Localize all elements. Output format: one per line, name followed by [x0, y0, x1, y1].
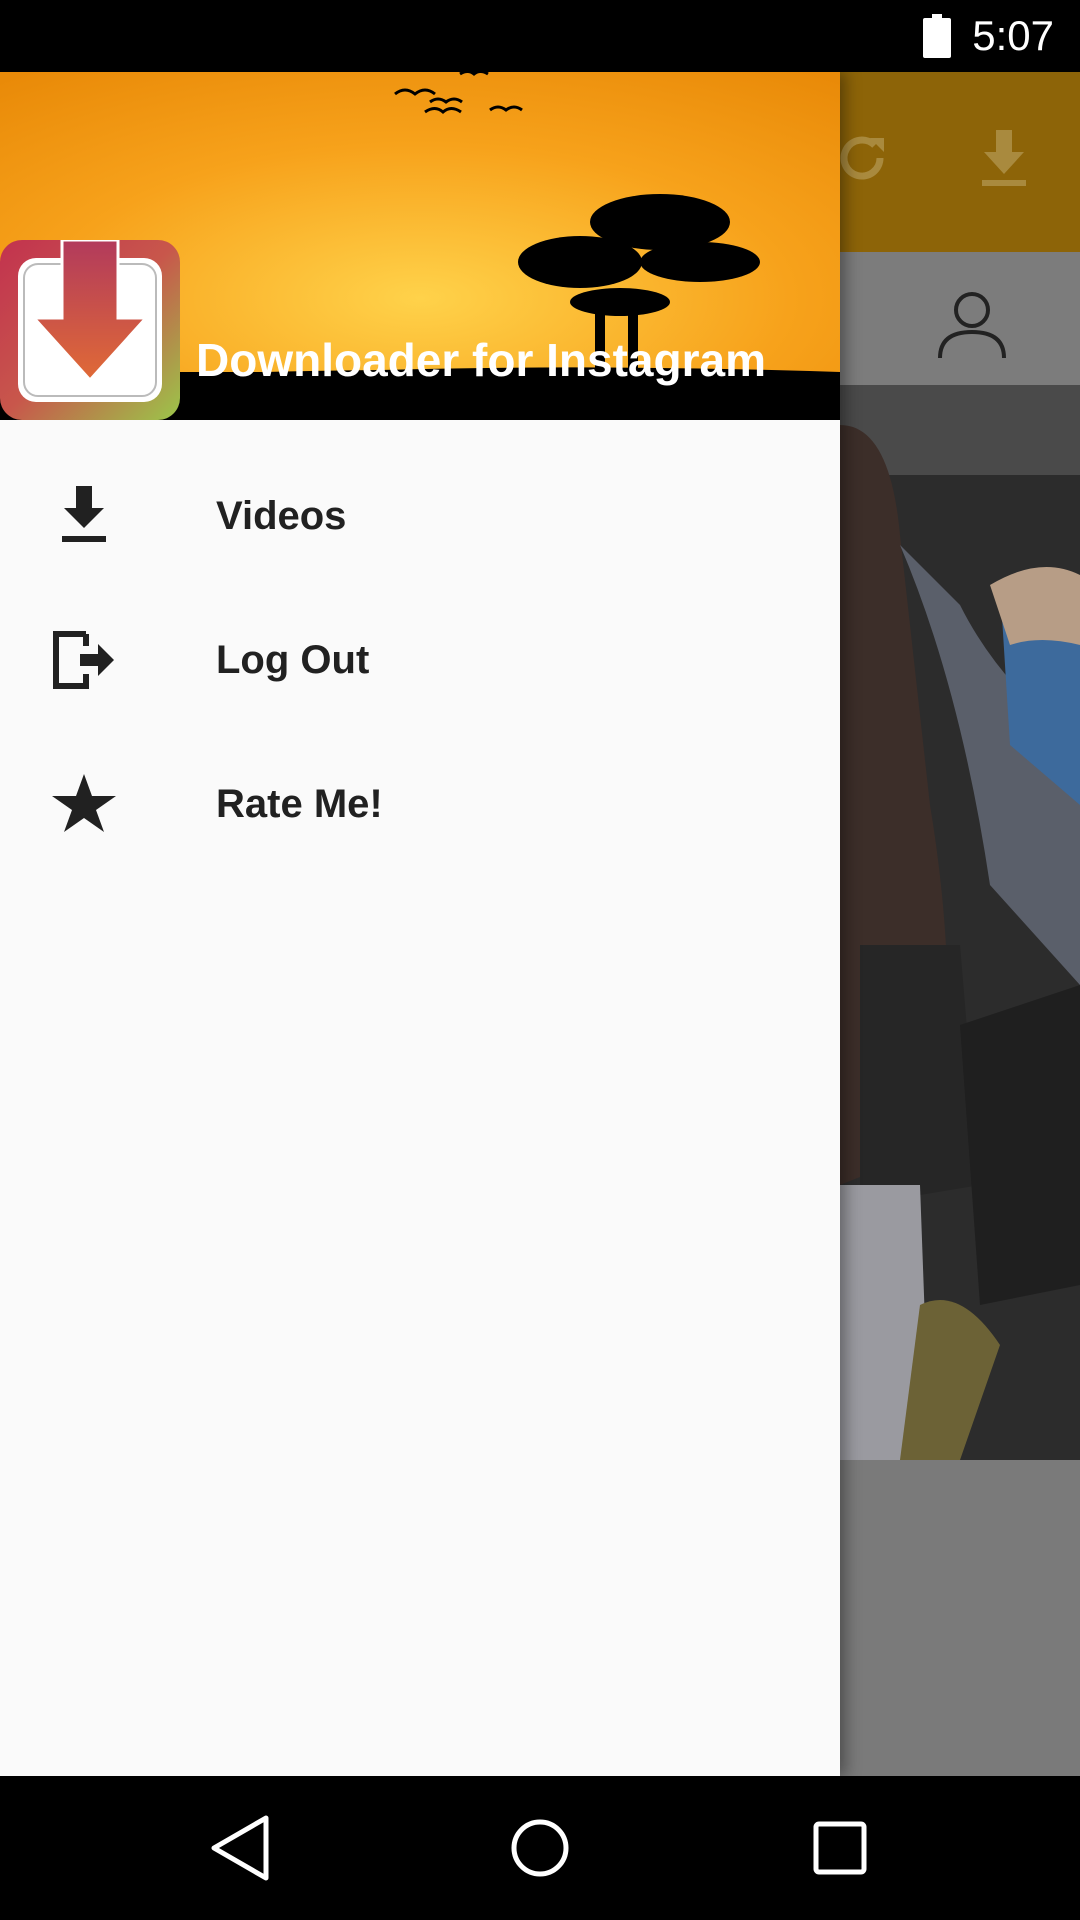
- drawer-header: Downloader for Instagram: [0, 72, 840, 420]
- app-logo-icon: [0, 240, 180, 420]
- drawer-item-videos[interactable]: Videos: [0, 444, 840, 588]
- status-bar: 5:07: [0, 0, 1080, 72]
- drawer-item-label: Rate Me!: [216, 782, 383, 826]
- drawer-item-label: Videos: [216, 494, 347, 538]
- clock: 5:07: [972, 12, 1054, 59]
- drawer-item-rate[interactable]: Rate Me!: [0, 732, 840, 876]
- recents-icon[interactable]: [800, 1810, 880, 1886]
- download-icon: [62, 486, 106, 542]
- home-icon[interactable]: [500, 1810, 580, 1886]
- logout-icon: [53, 631, 114, 689]
- star-icon: [52, 774, 116, 832]
- drawer-item-label: Log Out: [216, 638, 370, 682]
- navigation-drawer: Downloader for Instagram Videos Log Out …: [0, 72, 840, 1776]
- drawer-item-logout[interactable]: Log Out: [0, 588, 840, 732]
- system-nav-bar: [0, 1776, 1080, 1920]
- profile-icon[interactable]: [936, 288, 1008, 360]
- download-icon[interactable]: [980, 130, 1028, 186]
- battery-icon: [923, 14, 951, 58]
- app-name: Downloader for Instagram: [196, 334, 766, 386]
- back-icon[interactable]: [200, 1810, 280, 1886]
